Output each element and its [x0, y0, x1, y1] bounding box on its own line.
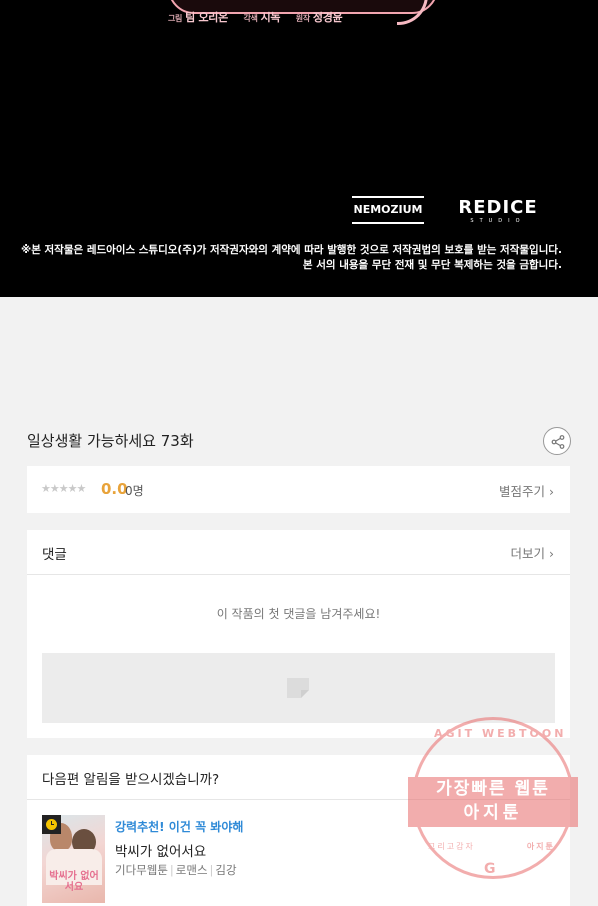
- recommendation-title[interactable]: 박씨가 없어서요: [115, 840, 206, 860]
- rating-stars: ★★★★★: [41, 482, 86, 495]
- recommendation-tag: 강력추천! 이건 꼭 봐야해: [115, 820, 244, 834]
- copyright-line-2: 본 서의 내용을 무단 전재 및 무단 복제하는 것을 금합니다.: [302, 259, 562, 271]
- nemozium-logo: NEMOZIUM: [352, 196, 424, 224]
- redice-logo-sub: STUDIO: [470, 218, 526, 224]
- credit-role-adapt: 각색: [243, 14, 258, 23]
- comment-icon: [287, 678, 309, 698]
- meta-genre: 로맨스: [175, 863, 208, 877]
- recommendation-meta: 기다무웹툰 | 로맨스 | 김강: [115, 863, 237, 877]
- share-icon: [551, 435, 565, 449]
- rating-card: ★★★★★ 0.0 0명 별점주기 ›: [27, 466, 570, 513]
- episode-title: 일상생활 가능하세요 73화: [27, 432, 194, 450]
- rating-score: 0.0: [101, 480, 128, 498]
- redice-studio-logo: REDICE STUDIO: [434, 196, 562, 226]
- comments-more-link[interactable]: 더보기 ›: [511, 543, 554, 562]
- comic-credits: 그림 팀 오리온 각색 시녹 원작 정경윤: [168, 9, 343, 25]
- credit-role-art: 그림: [168, 14, 183, 23]
- redice-logo-text: REDICE: [458, 197, 538, 218]
- rating-count: 0명: [125, 484, 144, 498]
- credit-original: 정경윤: [312, 11, 343, 24]
- rate-button[interactable]: 별점주기 ›: [499, 481, 554, 500]
- recommended-webtoon[interactable]: 박씨가 없어서요 강력추천! 이건 꼭 봐야해 박씨가 없어서요 기다무웹툰 | 로…: [42, 815, 522, 905]
- thumb-title-art: 박씨가 없어서요: [49, 871, 99, 893]
- meta-author: 김강: [215, 863, 237, 877]
- comments-header: 댓글 더보기 ›: [27, 530, 570, 575]
- credit-adapt: 시녹: [260, 11, 281, 24]
- next-episode-notify-card: 다음편 알림을 받으시겠습니까? 박씨가 없어서요 강력추천! 이건 꼭 봐야해…: [27, 755, 570, 906]
- copyright-notice: ※본 저작물은 레드아이스 스튜디오(주)가 저작권자와의 계약에 따라 발행한…: [21, 243, 562, 273]
- divider: [27, 799, 570, 800]
- comments-title: 댓글: [42, 547, 67, 563]
- wait-free-badge: [42, 815, 61, 834]
- share-button[interactable]: [543, 427, 571, 455]
- credit-role-original: 원작: [295, 14, 310, 23]
- comments-card: 댓글 더보기 › 이 작품의 첫 댓글을 남겨주세요!: [27, 530, 570, 738]
- recommended-thumbnail[interactable]: 박씨가 없어서요: [42, 815, 105, 903]
- comic-panel: 그림 팀 오리온 각색 시녹 원작 정경윤 NEMOZIUM REDICE STUDI…: [0, 0, 598, 297]
- copyright-line-1: ※본 저작물은 레드아이스 스튜디오(주)가 저작권자와의 계약에 따라 발행한…: [21, 244, 562, 256]
- credit-art: 팀 오리온: [185, 11, 228, 24]
- comment-input-box[interactable]: [42, 653, 555, 723]
- clock-icon: [46, 819, 57, 830]
- notify-question: 다음편 알림을 받으시겠습니까?: [42, 772, 220, 788]
- meta-type: 기다무웹툰: [115, 863, 168, 877]
- comments-empty-message: 이 작품의 첫 댓글을 남겨주세요!: [216, 607, 381, 621]
